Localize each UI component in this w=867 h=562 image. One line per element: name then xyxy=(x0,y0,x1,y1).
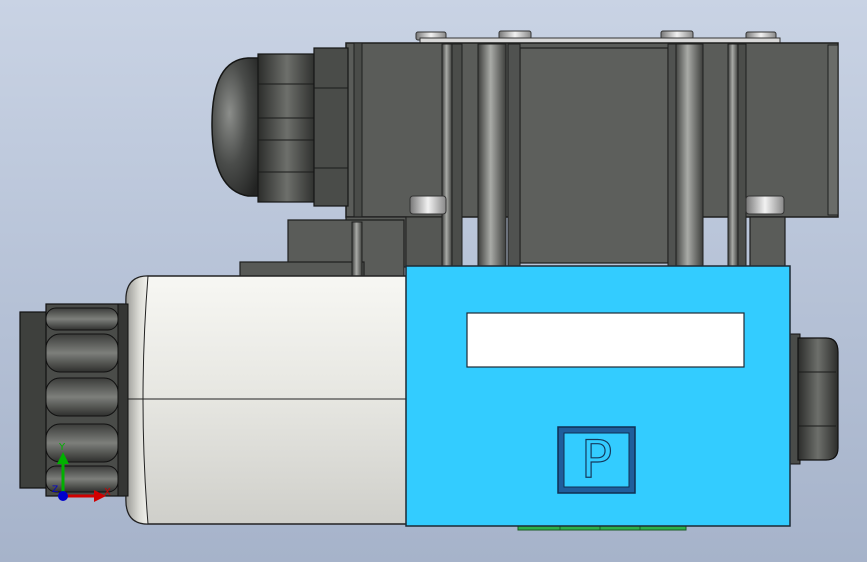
valve-model[interactable] xyxy=(0,0,867,562)
cad-viewport[interactable]: P Y X Z xyxy=(0,0,867,562)
valve-body xyxy=(405,265,791,527)
cable-gland xyxy=(211,47,349,207)
top-screw-heads xyxy=(415,30,781,45)
solenoid-housing xyxy=(345,30,839,269)
manual-override xyxy=(19,303,129,497)
end-plug xyxy=(787,333,839,465)
solenoid-coil xyxy=(125,275,409,525)
nameplate xyxy=(466,312,745,368)
port-p-badge xyxy=(557,426,636,494)
